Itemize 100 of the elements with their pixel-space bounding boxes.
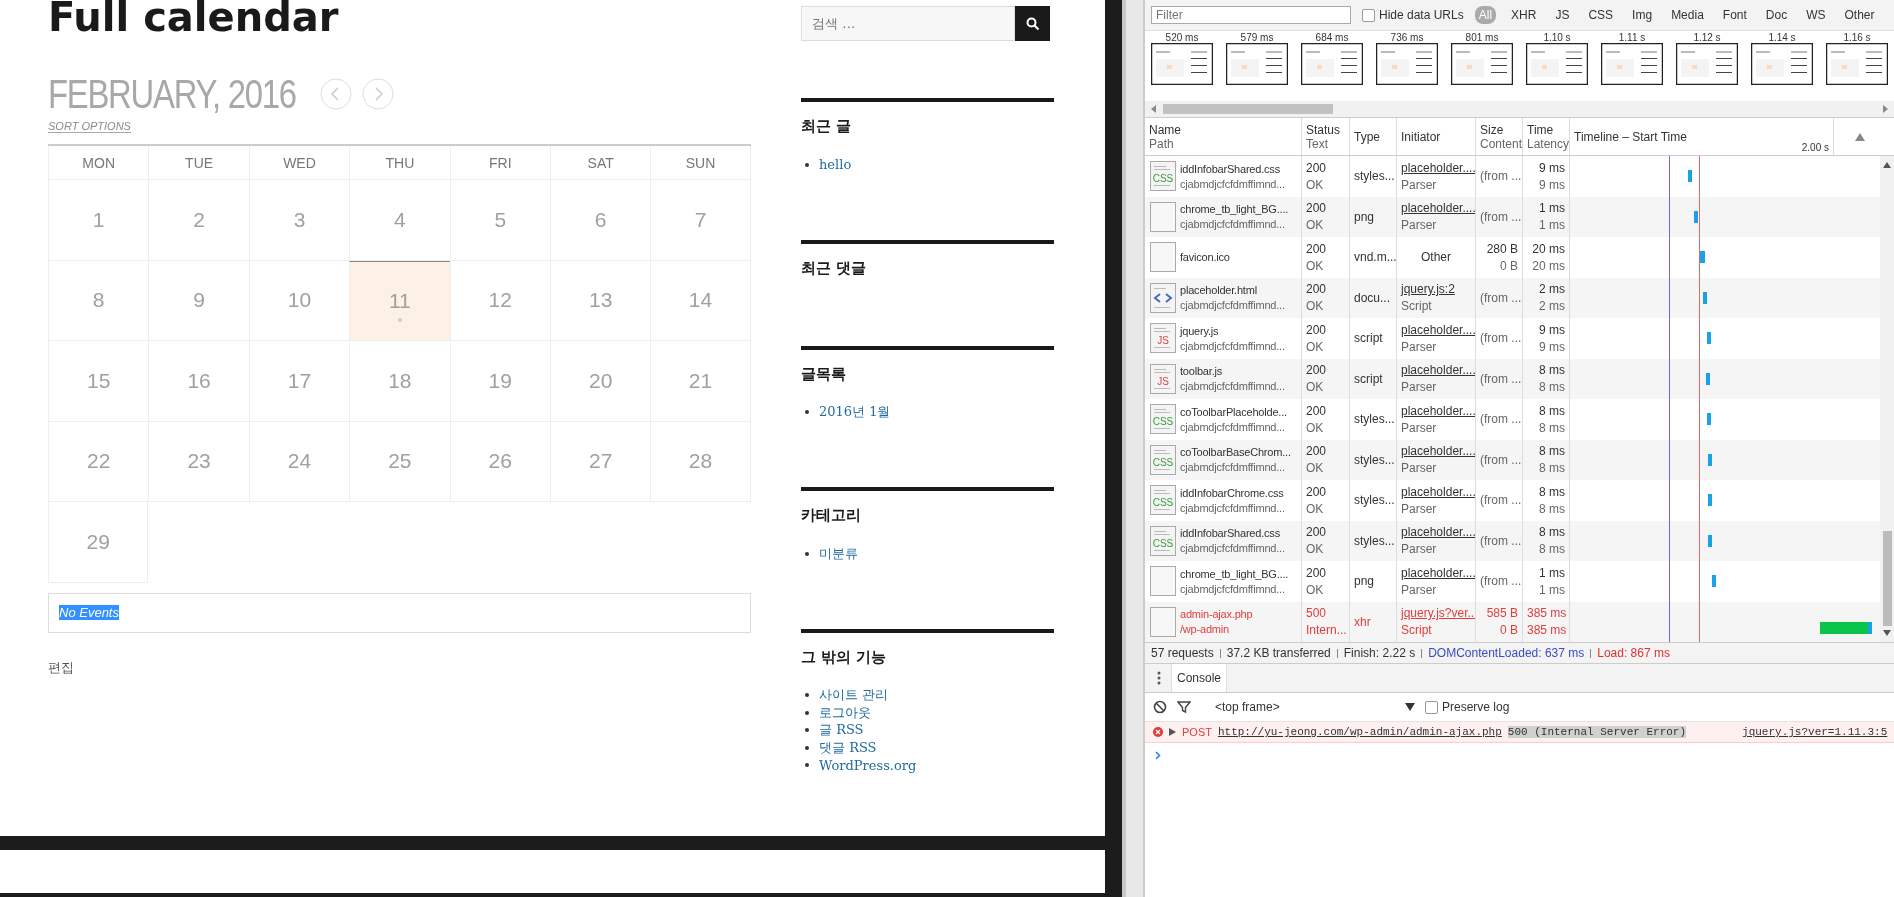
page-thumbnail[interactable]	[1676, 43, 1738, 85]
type-filter-button[interactable]: Font	[1718, 6, 1751, 24]
request-name[interactable]: chrome_tb_light_BG....	[1180, 203, 1289, 216]
request-name[interactable]: jquery.js	[1180, 324, 1285, 337]
initiator-link[interactable]: jquery.js:2	[1401, 282, 1471, 297]
checkbox[interactable]	[1362, 8, 1375, 22]
page-thumbnail[interactable]	[1751, 43, 1813, 85]
sort-ascending-icon[interactable]	[1855, 132, 1865, 141]
type-filter-button[interactable]: Img	[1628, 6, 1657, 24]
time-value: 8 ms	[1538, 444, 1565, 459]
type-filter-button[interactable]: JS	[1551, 6, 1574, 24]
expand-arrow-icon[interactable]	[1169, 728, 1176, 736]
column-header[interactable]: Initiator	[1397, 118, 1476, 155]
request-name[interactable]: admin-ajax.php	[1180, 608, 1253, 621]
content-size: 0 B	[1499, 623, 1518, 638]
type-filter-button[interactable]: Media	[1667, 6, 1708, 24]
scroll-up-icon[interactable]	[1883, 162, 1891, 168]
more-options-icon[interactable]	[1157, 671, 1161, 685]
column-header[interactable]: Name Path	[1145, 118, 1302, 155]
context-selector[interactable]: <top frame>	[1201, 700, 1395, 714]
initiator-text: Other	[1421, 250, 1451, 265]
error-icon	[1153, 727, 1163, 737]
checkbox[interactable]	[1425, 700, 1438, 714]
request-name[interactable]: favicon.ico	[1180, 251, 1230, 264]
status-code: 200	[1306, 282, 1328, 297]
page-thumbnail[interactable]	[1226, 43, 1288, 85]
page-thumbnail[interactable]	[1451, 43, 1513, 85]
request-name[interactable]: coToolbarBaseChrom...	[1180, 446, 1291, 459]
summary-text: DOMContentLoaded: 637 ms	[1428, 646, 1585, 660]
search-field[interactable]: 검색 …	[801, 6, 1015, 41]
time-value: 8 ms	[1538, 525, 1565, 540]
left-arrow-icon[interactable]	[1149, 104, 1159, 114]
sidebar-link[interactable]: 미분류	[819, 544, 858, 563]
request-url-link[interactable]: http://yu-jeong.com/wp-admin/admin-ajax.php	[1217, 726, 1502, 738]
page-thumbnail[interactable]	[1826, 43, 1888, 85]
clear-console-icon[interactable]	[1153, 700, 1167, 714]
column-header[interactable]: Status Text	[1302, 118, 1350, 155]
checkbox-label: Preserve log	[1442, 700, 1510, 714]
request-name[interactable]: iddInfobarShared.css	[1180, 527, 1285, 540]
widget-title: 글목록	[801, 363, 847, 385]
sidebar-link[interactable]: 로그아웃	[819, 703, 871, 722]
filter-field[interactable]: Filter	[1151, 6, 1351, 24]
scrollbar-thumb[interactable]	[1882, 531, 1892, 626]
status-text: OK	[1306, 380, 1325, 395]
initiator-kind: Parser	[1401, 218, 1438, 233]
sidebar-link[interactable]: 댓글 RSS	[819, 738, 877, 757]
request-name[interactable]: coToolbarPlaceholde...	[1180, 405, 1287, 418]
initiator-link[interactable]: jquery.js?ver...	[1401, 606, 1471, 621]
timing-bar	[1694, 210, 1698, 223]
timing-bar	[1712, 575, 1716, 587]
sidebar-link[interactable]: 2016년 1월	[819, 403, 891, 422]
request-path: cjabmdjcfcfdmffimnd...	[1180, 420, 1286, 433]
sidebar-link[interactable]: WordPress.org	[819, 757, 917, 773]
frame-time: 1.12 s	[1693, 33, 1721, 43]
column-header[interactable]: Type	[1350, 118, 1397, 155]
scrollbar[interactable]	[1122, 0, 1143, 897]
console-tab[interactable]: Console	[1171, 664, 1228, 692]
request-name[interactable]: iddInfobarChrome.css	[1180, 486, 1285, 499]
vertical-scrollbar[interactable]	[1880, 156, 1894, 642]
latency-value: 385 ms	[1527, 623, 1565, 638]
sidebar-link[interactable]: hello	[819, 157, 852, 173]
weekday-header: SAT	[549, 146, 651, 180]
status-code: 200	[1306, 363, 1328, 378]
request-name[interactable]: chrome_tb_light_BG....	[1180, 567, 1289, 580]
page-thumbnail[interactable]	[1601, 43, 1663, 85]
horizontal-scrollbar[interactable]	[1145, 101, 1894, 117]
type-filter-button[interactable]: Other	[1840, 6, 1879, 24]
source-link[interactable]: jquery.js?ver=1.11.3:5	[1742, 726, 1888, 738]
filter-icon[interactable]	[1177, 700, 1191, 714]
type-filter-button[interactable]: CSS	[1584, 6, 1618, 24]
sidebar-link[interactable]: 글 RSS	[819, 721, 864, 740]
column-header[interactable]: Timeline – Start Time	[1570, 118, 1716, 155]
weekday-header: TUE	[148, 146, 249, 180]
right-arrow-icon[interactable]	[1880, 104, 1890, 114]
column-header[interactable]: Size Content	[1476, 118, 1523, 155]
page-thumbnail[interactable]	[1526, 43, 1588, 85]
request-name[interactable]: placeholder.html	[1180, 284, 1285, 297]
page-thumbnail[interactable]	[1376, 43, 1438, 85]
scroll-down-icon[interactable]	[1883, 630, 1891, 636]
search-button[interactable]	[1015, 6, 1050, 41]
request-name[interactable]: toolbar.js	[1180, 365, 1285, 378]
dropdown-arrow-icon[interactable]	[1405, 703, 1415, 711]
request-path: cjabmdjcfcfdmffimnd...	[1180, 299, 1285, 312]
page-thumbnail[interactable]	[1301, 43, 1363, 85]
request-name[interactable]: iddInfobarShared.css	[1180, 162, 1285, 175]
type-filter-button[interactable]: WS	[1802, 6, 1830, 24]
status-text: OK	[1306, 461, 1325, 476]
sidebar-link[interactable]: 사이트 관리	[819, 686, 889, 705]
weekday-header: MON	[48, 146, 149, 180]
edit-link[interactable]: 편집	[48, 659, 74, 675]
status-text: OK	[1306, 339, 1325, 354]
type-filter-button[interactable]: Doc	[1761, 6, 1792, 24]
timing-bar	[1688, 170, 1692, 182]
type-filter-button[interactable]: XHR	[1507, 6, 1541, 24]
sort-options-link[interactable]: SORT OPTIONS	[48, 120, 131, 133]
page-thumbnail[interactable]	[1151, 43, 1213, 85]
latency-value: 9 ms	[1538, 177, 1565, 192]
column-header[interactable]: Time Latency	[1523, 118, 1570, 155]
widget-title: 최근 댓글	[801, 257, 868, 279]
scrollbar-thumb[interactable]	[1163, 104, 1333, 114]
